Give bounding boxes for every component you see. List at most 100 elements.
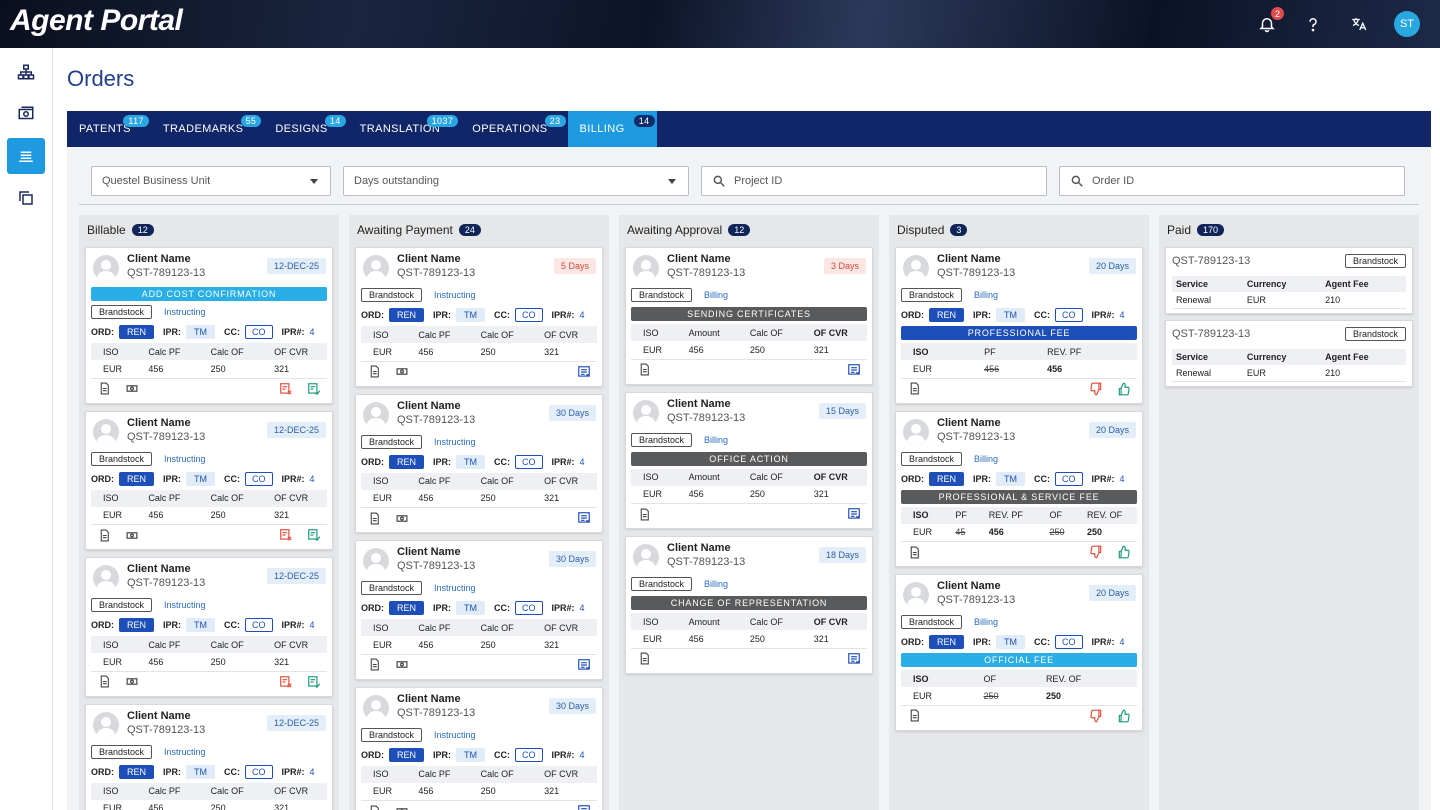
document-icon[interactable] [367, 804, 381, 810]
paid-card[interactable]: QST-789123-13 Brandstock Service Currency… [1165, 320, 1413, 387]
invoice-list-icon[interactable] [847, 652, 861, 666]
document-icon[interactable] [367, 365, 381, 379]
days-outstanding-select[interactable]: Days outstanding [343, 166, 689, 196]
order-id-search[interactable]: Order ID [1059, 166, 1405, 196]
order-card[interactable]: Client Name QST-789123-13 12-DEC-25 Bran… [85, 703, 333, 810]
order-card[interactable]: Client Name QST-789123-13 30 Days Brands… [355, 540, 603, 680]
thumbs-down-icon[interactable] [1089, 545, 1103, 559]
client-avatar-icon [93, 711, 119, 738]
thumbs-up-icon[interactable] [1117, 709, 1131, 723]
card-tags: Brandstock Billing [631, 576, 867, 592]
bell-icon[interactable]: 2 [1256, 7, 1284, 35]
brand-tag: Brandstock [631, 432, 693, 447]
thumbs-up-icon[interactable] [1117, 545, 1131, 559]
document-icon[interactable] [97, 382, 111, 396]
order-card[interactable]: Client Name QST-789123-13 20 Days Brands… [895, 410, 1143, 567]
age-badge: 20 Days [1088, 258, 1136, 274]
card-actions [901, 379, 1137, 399]
nav-copy-icon[interactable] [7, 180, 45, 216]
table-header: ISO [361, 326, 407, 343]
table-header: OF CVR [262, 782, 327, 800]
client-name: Client Name [667, 397, 731, 410]
document-icon[interactable] [367, 658, 381, 672]
order-card[interactable]: Client Name QST-789123-13 5 Days Brandst… [355, 247, 603, 387]
document-icon[interactable] [637, 652, 651, 666]
fee-table: ISO Amount Calc OF OF CVR EUR 456 250 321 [631, 468, 867, 504]
tab-operations[interactable]: OPERATIONS 23 [460, 111, 566, 147]
translate-icon[interactable] [1348, 13, 1370, 35]
money-icon[interactable] [395, 804, 409, 810]
money-icon[interactable] [395, 365, 409, 379]
table-cell: EUR [361, 343, 407, 362]
order-card[interactable]: Client Name QST-789123-13 15 Days Brands… [625, 391, 873, 529]
document-icon[interactable] [97, 675, 111, 689]
nav-money-icon[interactable] [7, 96, 45, 132]
table-header: ISO [631, 468, 677, 486]
invoice-list-icon[interactable] [577, 511, 591, 525]
invoice-list-icon[interactable] [577, 658, 591, 672]
reject-icon[interactable] [279, 528, 293, 542]
table-cell: 321 [262, 506, 327, 525]
help-icon[interactable] [1302, 13, 1324, 35]
age-badge: 18 Days [818, 547, 866, 563]
approve-icon[interactable] [307, 382, 321, 396]
reject-icon[interactable] [279, 675, 293, 689]
money-icon[interactable] [125, 382, 139, 396]
order-card[interactable]: Client Name QST-789123-13 12-DEC-25 Bran… [85, 557, 333, 697]
document-icon[interactable] [637, 507, 651, 521]
money-icon[interactable] [125, 528, 139, 542]
paid-card[interactable]: QST-789123-13 Brandstock Service Currency… [1165, 247, 1413, 314]
invoice-list-icon[interactable] [577, 804, 591, 810]
tab-patents[interactable]: PATENTS 117 [67, 111, 149, 147]
document-icon[interactable] [907, 709, 921, 723]
order-card[interactable]: Client Name QST-789123-13 20 Days Brands… [895, 247, 1143, 404]
thumbs-up-icon[interactable] [1117, 382, 1131, 396]
document-icon[interactable] [907, 545, 921, 559]
order-reference: QST-789123-13 [397, 560, 476, 572]
order-card[interactable]: Client Name QST-789123-13 3 Days Brandst… [625, 247, 873, 385]
order-card[interactable]: Client Name QST-789123-13 20 Days Brands… [895, 574, 1143, 731]
approve-icon[interactable] [307, 675, 321, 689]
document-icon[interactable] [97, 528, 111, 542]
order-codes: ORD: REN IPR: TM CC: CO IPR#: 4 [91, 323, 327, 341]
table-header-row: ISO PF REV. PF OF REV. OF [901, 506, 1137, 524]
ren-pill: REN [119, 471, 155, 486]
table-cell: 250 [468, 343, 533, 362]
document-icon[interactable] [367, 511, 381, 525]
tab-designs[interactable]: DESIGNS 14 [263, 111, 346, 147]
order-card[interactable]: Client Name QST-789123-13 12-DEC-25 ADD … [85, 247, 333, 404]
approve-icon[interactable] [307, 528, 321, 542]
status-tag: Billing [974, 453, 999, 464]
thumbs-down-icon[interactable] [1089, 382, 1103, 396]
nav-billing-icon[interactable] [7, 138, 45, 174]
business-unit-select[interactable]: Questel Business Unit [91, 166, 331, 196]
order-card[interactable]: Client Name QST-789123-13 30 Days Brands… [355, 686, 603, 810]
project-id-search[interactable]: Project ID [701, 166, 1047, 196]
money-icon[interactable] [395, 511, 409, 525]
tm-pill: TM [456, 747, 486, 762]
thumbs-down-icon[interactable] [1089, 709, 1103, 723]
money-icon[interactable] [395, 658, 409, 672]
filter-bar: Questel Business Unit Days outstanding P… [79, 157, 1419, 205]
order-card[interactable]: Client Name QST-789123-13 18 Days Brands… [625, 536, 873, 674]
column-header: Awaiting Approval 12 [627, 221, 873, 239]
column-awaiting-approval: Awaiting Approval 12 Client Name QST-7891… [619, 215, 879, 810]
table-header: Calc OF [468, 472, 533, 490]
card-actions [361, 508, 597, 528]
money-icon[interactable] [125, 675, 139, 689]
table-cell: 456 [406, 636, 469, 655]
tab-trademarks[interactable]: TRADEMARKS 55 [151, 111, 262, 147]
invoice-list-icon[interactable] [847, 363, 861, 377]
tab-translation[interactable]: TRANSLATION 1037 [348, 111, 459, 147]
user-avatar[interactable]: ST [1394, 11, 1420, 37]
document-icon[interactable] [637, 363, 651, 377]
page-title: Orders [67, 66, 135, 91]
tab-billing[interactable]: BILLING 14 [567, 111, 657, 147]
order-card[interactable]: Client Name QST-789123-13 12-DEC-25 Bran… [85, 410, 333, 550]
reject-icon[interactable] [279, 382, 293, 396]
invoice-list-icon[interactable] [847, 507, 861, 521]
nav-hierarchy-icon[interactable] [7, 54, 45, 90]
invoice-list-icon[interactable] [577, 365, 591, 379]
order-card[interactable]: Client Name QST-789123-13 30 Days Brands… [355, 393, 603, 533]
document-icon[interactable] [907, 382, 921, 396]
